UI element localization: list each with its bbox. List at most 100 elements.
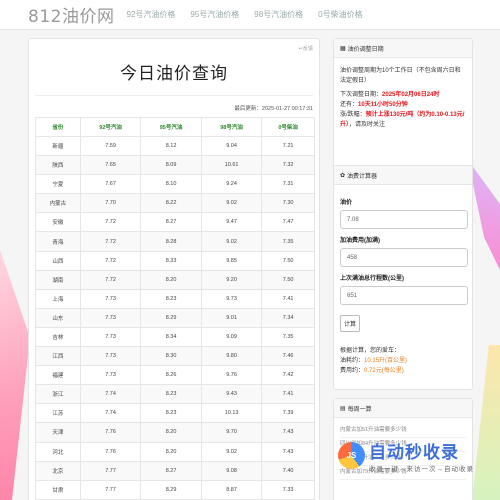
price-cell: 8.20: [140, 441, 202, 462]
table-row: 上海 7.73 8.23 9.73 7.41: [35, 288, 315, 309]
price-input[interactable]: 7.08: [340, 210, 468, 229]
province-cell[interactable]: 安徽: [35, 212, 81, 233]
price-table: 省份 92号汽油 95号汽油 98号汽油 0号柴油 新疆 7.59 8.12 9.04…: [35, 117, 315, 500]
province-cell[interactable]: 陕西: [35, 155, 81, 176]
province-cell[interactable]: 北京: [35, 460, 81, 481]
price-cell: 7.74: [79, 384, 142, 405]
price-cell: 7.41: [261, 288, 315, 309]
price-cell: 9.43: [200, 384, 263, 405]
price-label: 油价: [340, 200, 353, 206]
list-icon: ▤: [340, 405, 346, 412]
province-cell[interactable]: 内蒙古: [35, 193, 81, 214]
price-cell: 8.30: [140, 346, 202, 367]
trend-note: ，请及时关注: [349, 122, 386, 128]
weekly-item[interactable]: 内蒙古加51升油需要多少钱: [340, 424, 466, 438]
consumption-value: 10.15升(百公里): [364, 358, 408, 364]
price-cell: 7.32: [261, 155, 315, 176]
distance-input[interactable]: 651: [340, 286, 468, 305]
price-cell: 7.73: [79, 307, 142, 328]
column-header: 92号汽油: [79, 117, 142, 137]
calculate-button[interactable]: 计算: [340, 315, 360, 332]
price-cell: 7.39: [261, 403, 315, 424]
table-row: 吉林 7.73 8.34 9.09 7.35: [35, 326, 315, 348]
province-cell[interactable]: 江西: [35, 346, 81, 367]
province-cell[interactable]: 山西: [35, 250, 81, 271]
price-cell: 7.73: [79, 288, 142, 309]
price-cell: 7.67: [79, 174, 142, 195]
site-header: 812油价网 92号汽油价格 95号汽油价格 98号汽油价格 0号柴油价格: [0, 0, 500, 30]
province-cell[interactable]: 湖南: [35, 269, 81, 290]
panel-title: 油价调整日期: [347, 46, 384, 53]
price-cell: 7.76: [79, 422, 142, 443]
panel-title: 油费计算器: [347, 173, 378, 180]
price-cell: 7.21: [261, 135, 315, 157]
price-cell: 7.73: [79, 346, 142, 367]
price-cell: 7.76: [79, 441, 142, 462]
cost-input[interactable]: 458: [340, 248, 468, 267]
nav-92-gasoline[interactable]: 92号汽油价格: [126, 9, 175, 20]
site-logo[interactable]: 812油价网: [28, 2, 114, 27]
panel-header: ▤ 每周一算: [334, 399, 472, 418]
next-date-label: 下次调整日期：: [340, 92, 383, 98]
watermark-logo: JS: [338, 442, 365, 469]
consumption-label: 油耗约：: [340, 358, 365, 364]
price-cell: 7.74: [79, 403, 142, 424]
adjustment-cycle-text: 油价调整周期为10个工作日（不包含周六日和法定假日）: [340, 68, 461, 84]
price-cell: 7.43: [261, 422, 315, 443]
watermark-title: 自动秒收录: [369, 443, 459, 462]
cost-per-km-label: 费用约：: [340, 368, 365, 374]
price-cell: 8.09: [140, 155, 202, 176]
price-cell: 7.33: [261, 479, 315, 500]
price-cell: 7.35: [261, 326, 315, 348]
page-title: 今日油价查询: [120, 64, 228, 83]
province-cell[interactable]: 宁夏: [35, 174, 81, 195]
province-cell[interactable]: 江苏: [35, 403, 81, 424]
table-header-row: 省份 92号汽油 95号汽油 98号汽油 0号柴油: [35, 117, 315, 137]
province-cell[interactable]: 山东: [35, 307, 81, 328]
price-cell: 8.34: [140, 326, 202, 348]
calendar-icon: ▦: [340, 45, 346, 52]
adjustment-info: 油价调整周期为10个工作日（不包含周六日和法定假日） 下次调整日期：2025年0…: [334, 58, 472, 138]
oil-price-panel: ↩反馈 今日油价查询 最后更新：2025-01-27 00:17:31 省份 9…: [28, 38, 320, 500]
price-cell: 10.13: [200, 403, 263, 424]
nav-0-diesel[interactable]: 0号柴油价格: [318, 9, 362, 20]
province-cell[interactable]: 上海: [35, 288, 81, 309]
price-cell: 7.70: [79, 193, 142, 214]
province-cell[interactable]: 新疆: [35, 135, 81, 157]
table-row: 青海 7.72 8.28 9.02 7.35: [35, 231, 315, 252]
feedback-link[interactable]: ↩反馈: [299, 45, 313, 52]
price-cell: 7.30: [261, 193, 315, 214]
price-cell: 7.47: [261, 212, 315, 233]
price-cell: 8.27: [140, 212, 202, 233]
nav-95-gasoline[interactable]: 95号汽油价格: [190, 9, 239, 20]
countdown-label: 还有：: [340, 102, 359, 108]
price-cell: 7.43: [261, 441, 315, 462]
province-cell[interactable]: 青海: [35, 231, 81, 252]
province-cell[interactable]: 河北: [35, 441, 81, 462]
province-cell[interactable]: 福建: [35, 365, 81, 386]
price-cell: 7.77: [79, 460, 142, 481]
nav-98-gasoline[interactable]: 98号汽油价格: [254, 9, 303, 20]
panel-header: ✿ 油费计算器: [334, 166, 472, 185]
province-cell[interactable]: 甘肃: [35, 479, 81, 500]
next-date-value: 2025年02月06日24时: [382, 92, 440, 98]
price-cell: 8.23: [140, 384, 202, 405]
adjustment-date-panel: ▦ 油价调整日期 油价调整周期为10个工作日（不包含周六日和法定假日） 下次调整…: [333, 38, 473, 176]
price-cell: 8.33: [140, 250, 202, 271]
province-cell[interactable]: 浙江: [35, 384, 81, 405]
province-cell[interactable]: 天津: [35, 422, 81, 443]
table-row: 江苏 7.74 8.23 10.13 7.39: [35, 403, 315, 424]
table-row: 甘肃 7.77 8.29 8.87 7.33: [35, 479, 315, 500]
price-cell: 9.04: [200, 135, 263, 157]
price-cell: 9.02: [200, 231, 263, 252]
watermark-subtitle: 收录一键→来访一次→自动收录: [369, 466, 474, 473]
province-cell[interactable]: 吉林: [35, 326, 81, 348]
price-cell: 8.87: [200, 479, 263, 500]
price-cell: 9.85: [200, 250, 263, 271]
price-cell: 8.29: [140, 307, 202, 328]
price-cell: 8.23: [140, 288, 202, 309]
fuel-calculator-panel: ✿ 油费计算器 油价 7.08 加油费用(加满) 458 上次满油总行程数(公里…: [333, 165, 473, 390]
distance-label: 上次满油总行程数(公里): [340, 276, 404, 282]
trend-label: 涨/跌幅：: [340, 112, 366, 118]
calc-result: 根据计算，您的爱车： 油耗约：10.15升(百公里) 费用约：0.72元(每公里…: [340, 346, 466, 376]
